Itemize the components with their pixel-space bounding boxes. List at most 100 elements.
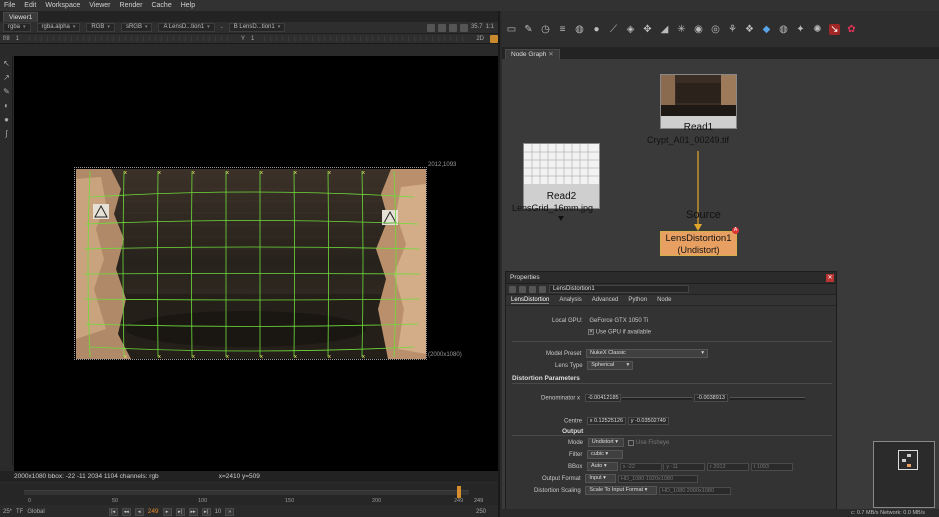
add-points-icon[interactable]: ✎: [2, 87, 11, 96]
particles-icon[interactable]: ✳: [676, 24, 687, 35]
centre-y-field[interactable]: y -0.03502749: [627, 417, 669, 425]
menu-cache[interactable]: Cache: [151, 2, 171, 9]
roi-icon[interactable]: [426, 23, 435, 32]
skip-forward-icon[interactable]: »: [225, 507, 235, 516]
denominator-y-field[interactable]: -0.0038913: [694, 394, 729, 402]
lens-type-select[interactable]: Spherical ▾: [587, 361, 634, 370]
other-icon[interactable]: ✦: [795, 24, 806, 35]
filter-select[interactable]: cubic ▾: [587, 450, 624, 459]
gizmo-icon[interactable]: ✺: [812, 24, 823, 35]
colorspace-select[interactable]: RGB ▾: [86, 23, 115, 32]
tab-node-graph[interactable]: Node Graph ✕: [505, 49, 560, 59]
end-frame-field[interactable]: 250: [476, 509, 486, 515]
bbox-y-field[interactable]: y -11: [663, 462, 706, 471]
image-icon[interactable]: ▭: [506, 24, 517, 35]
gain-slider[interactable]: [29, 36, 231, 41]
color-picker-icon[interactable]: [490, 34, 499, 43]
menu-viewer[interactable]: Viewer: [89, 2, 110, 9]
tab-viewer1[interactable]: Viewer1: [3, 12, 39, 22]
menu-file[interactable]: File: [4, 2, 15, 9]
fps-select[interactable]: 25*: [3, 509, 12, 515]
denominator-y-slider[interactable]: [729, 396, 805, 400]
menu-workspace[interactable]: Workspace: [45, 2, 80, 9]
metadata-icon[interactable]: ⚘: [727, 24, 738, 35]
cara-vr-icon[interactable]: ↘: [829, 23, 840, 35]
3d-icon[interactable]: ◢: [659, 24, 670, 35]
lut-select[interactable]: sRGB ▾: [120, 23, 153, 32]
transform-icon[interactable]: ✥: [642, 24, 653, 35]
bbox-x-field[interactable]: x -22: [619, 462, 662, 471]
bbox-r-field[interactable]: r 2012: [707, 462, 750, 471]
skip-value[interactable]: 10: [215, 509, 222, 515]
last-frame-icon[interactable]: ▸|: [201, 507, 211, 516]
denominator-x-field[interactable]: -0.00412185: [584, 394, 621, 402]
fstop-readout[interactable]: f/8: [3, 36, 10, 42]
transform-tool-icon[interactable]: ↗: [2, 73, 11, 82]
center-node-icon[interactable]: [519, 285, 526, 293]
feather-tool-icon[interactable]: ◐: [2, 101, 11, 110]
brush-tool-icon[interactable]: ●: [2, 115, 11, 124]
bbox-t-field[interactable]: t 1093: [750, 462, 793, 471]
clipping-icon[interactable]: [437, 23, 446, 32]
distortion-scaling-select[interactable]: Scale To Input Format ▾: [585, 486, 658, 495]
timeline-playhead[interactable]: [457, 486, 461, 498]
output-format-value[interactable]: HD_1080 1920x1080: [618, 474, 699, 483]
deep-icon[interactable]: ◉: [693, 24, 704, 35]
time-icon[interactable]: ◷: [540, 24, 551, 35]
menu-help[interactable]: Help: [181, 2, 195, 9]
model-preset-select[interactable]: NukeX Classic ▾: [586, 349, 709, 358]
draw-icon[interactable]: ✎: [523, 24, 534, 35]
curve-tool-icon[interactable]: ∫: [2, 129, 11, 138]
color-icon[interactable]: ◍: [574, 24, 585, 35]
plugin-icon[interactable]: ✿: [846, 24, 857, 35]
mode-select[interactable]: Undistort ▾: [587, 438, 624, 447]
alpha-select[interactable]: rgba.alpha ▾: [36, 23, 81, 32]
first-frame-icon[interactable]: |◂: [108, 507, 118, 516]
read1-node[interactable]: [660, 74, 737, 129]
furnace-icon[interactable]: ◆: [761, 24, 772, 35]
node-graph-minimap[interactable]: [873, 441, 935, 508]
use-fisheye-checkbox[interactable]: [628, 439, 635, 446]
views-icon[interactable]: ◎: [710, 24, 721, 35]
toolsets-icon[interactable]: ❖: [744, 24, 755, 35]
next-frame-icon[interactable]: ▸|: [175, 507, 185, 516]
tab-python[interactable]: Python: [628, 297, 647, 303]
gamma-value[interactable]: 1: [251, 36, 254, 42]
collapse-icon[interactable]: [509, 285, 516, 293]
next-key-icon[interactable]: ▸▸: [188, 507, 198, 516]
use-gpu-checkbox[interactable]: ✕: [588, 329, 594, 335]
tab-lensdistortion[interactable]: LensDistortion: [511, 297, 550, 304]
tab-advanced[interactable]: Advanced: [592, 297, 619, 303]
current-frame-field[interactable]: 249: [148, 508, 159, 515]
play-forward-icon[interactable]: ▸: [162, 507, 172, 516]
timeline[interactable]: 0 50 100 150 200 249 249: [0, 483, 498, 505]
channels-select[interactable]: rgba ▾: [3, 23, 31, 32]
help-icon[interactable]: [539, 285, 546, 293]
input-a-select[interactable]: A LensD...tion1 ▾: [158, 23, 215, 32]
tab-analysis[interactable]: Analysis: [559, 297, 581, 303]
zoom-readout[interactable]: 35.7: [471, 24, 483, 32]
compare-operator[interactable]: -: [221, 25, 223, 31]
filter-icon[interactable]: ●: [591, 24, 602, 35]
prev-frame-icon[interactable]: ◂: [134, 507, 144, 516]
ofx-icon[interactable]: ◍: [778, 24, 789, 35]
merge-icon[interactable]: ◈: [625, 24, 636, 35]
node-name-field[interactable]: LensDistortion1: [549, 285, 689, 293]
bbox-select[interactable]: Auto ▾: [587, 462, 619, 471]
denominator-x-slider[interactable]: [622, 396, 693, 400]
distortion-scaling-value[interactable]: HD_1080 2000x1080: [659, 486, 732, 495]
prev-key-icon[interactable]: ◂◂: [121, 507, 131, 516]
menu-edit[interactable]: Edit: [24, 2, 36, 9]
viewer-canvas[interactable]: xxxxxxxx xxxxxxxx 2012,1093 (2000x1080): [14, 56, 498, 471]
tab-node[interactable]: Node: [657, 297, 671, 303]
refresh-icon[interactable]: [459, 23, 468, 32]
use-gpu-row[interactable]: ✕ Use GPU if available: [588, 329, 651, 336]
close-icon[interactable]: ✕: [826, 274, 834, 282]
centre-x-field[interactable]: x 0.12525126: [586, 417, 627, 425]
select-tool-icon[interactable]: ↖: [2, 59, 11, 68]
view-mode[interactable]: 2D: [476, 36, 484, 42]
channel-icon[interactable]: ≡: [557, 24, 568, 35]
output-format-select[interactable]: Input ▾: [585, 474, 617, 483]
tf-select[interactable]: TF: [16, 509, 23, 515]
gain-value[interactable]: 1: [16, 36, 19, 42]
